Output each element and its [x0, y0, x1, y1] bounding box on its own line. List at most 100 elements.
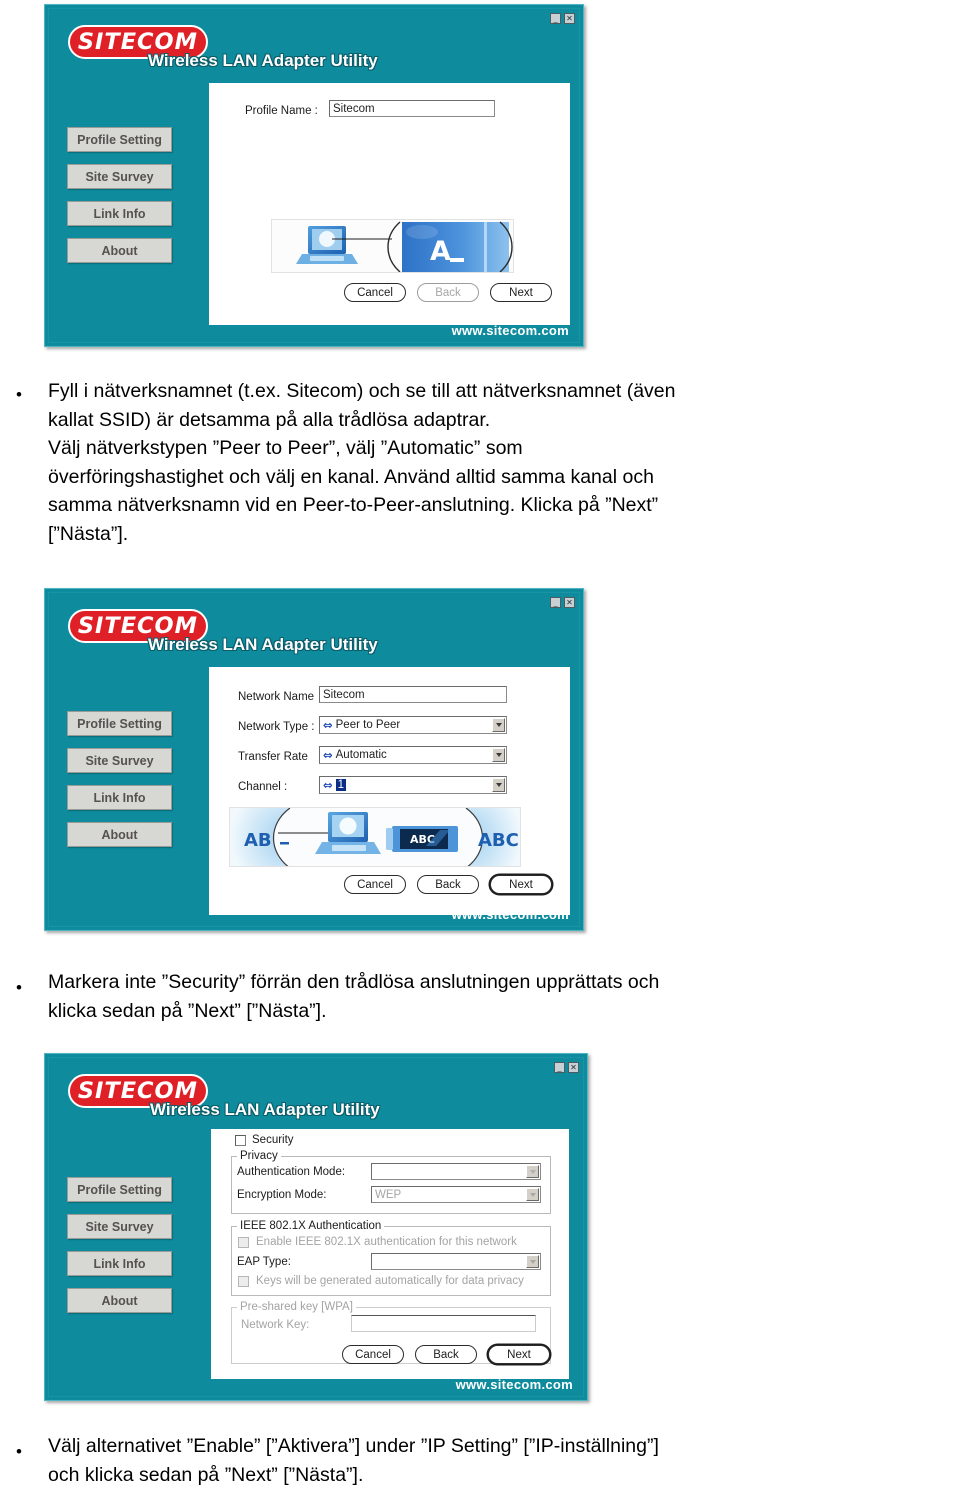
bullet-marker-2: •: [16, 978, 22, 997]
footer-url: www.sitecom.com: [451, 907, 569, 922]
instruction-line: klicka sedan på ”Next” [”Nästa”].: [48, 999, 327, 1022]
minimize-icon[interactable]: _: [550, 597, 561, 608]
next-button[interactable]: Next: [488, 1345, 550, 1364]
cancel-button[interactable]: Cancel: [344, 283, 406, 302]
arrows-icon: ⇔: [323, 778, 333, 792]
pc-card-icon: ABC: [386, 826, 458, 852]
sidebar-item-label: About: [101, 1293, 138, 1308]
next-button[interactable]: Next: [490, 875, 552, 894]
back-button-label: Back: [435, 286, 461, 299]
chevron-down-icon[interactable]: [526, 1165, 539, 1178]
window-caption-buttons[interactable]: _ ✕: [550, 597, 575, 608]
sidebar-item-label: Site Survey: [85, 753, 154, 768]
content-panel: Profile Name : Sitecom A Cancel Back Nex…: [209, 83, 570, 325]
content-panel: Security Privacy Authentication Mode: En…: [211, 1129, 569, 1379]
keys-auto-checkbox[interactable]: [238, 1276, 249, 1287]
encryption-mode-select[interactable]: WEP: [371, 1186, 541, 1203]
sidebar-item-label: About: [101, 827, 138, 842]
next-button[interactable]: Next: [490, 283, 552, 302]
window-caption-buttons[interactable]: _ ✕: [550, 13, 575, 24]
close-icon[interactable]: ✕: [564, 597, 575, 608]
back-button[interactable]: Back: [417, 283, 479, 302]
channel-value: 1: [335, 779, 347, 791]
footer-url: www.sitecom.com: [451, 323, 569, 338]
sidebar-item-site-survey[interactable]: Site Survey: [67, 1214, 172, 1239]
network-key-input[interactable]: [351, 1315, 536, 1332]
sidebar-item-label: Link Info: [93, 1256, 146, 1271]
preshared-key-group-title: Pre-shared key [WPA]: [237, 1301, 356, 1313]
network-name-input[interactable]: Sitecom: [319, 686, 507, 703]
enable-ieee-checkbox[interactable]: [238, 1237, 249, 1248]
instruction-line: Välj alternativet ”Enable” [”Aktivera”] …: [48, 1435, 659, 1457]
privacy-group-title: Privacy: [237, 1150, 281, 1162]
cancel-button[interactable]: Cancel: [342, 1345, 404, 1364]
channel-label: Channel :: [238, 781, 288, 793]
chevron-down-icon[interactable]: [492, 718, 505, 732]
cancel-button-label: Cancel: [357, 286, 393, 299]
network-type-label: Network Type :: [238, 721, 315, 733]
sidebar-item-label: Profile Setting: [77, 132, 162, 147]
instruction-line: [”Nästa”].: [48, 522, 129, 545]
close-icon[interactable]: ✕: [568, 1062, 579, 1073]
instruction-line: Markera inte ”Security” förrän den trådl…: [48, 971, 660, 993]
sidebar-item-site-survey[interactable]: Site Survey: [67, 164, 172, 189]
chevron-down-icon[interactable]: [526, 1255, 539, 1268]
instruction-line: samma nätverksnamn vid en Peer-to-Peer-a…: [48, 494, 659, 516]
authentication-mode-select[interactable]: [371, 1163, 541, 1180]
window-title: Wireless LAN Adapter Utility: [148, 51, 378, 70]
window-title: Wireless LAN Adapter Utility: [150, 1100, 380, 1119]
transfer-rate-label: Transfer Rate: [238, 751, 308, 763]
chevron-down-icon[interactable]: [492, 778, 505, 792]
chevron-down-icon[interactable]: [492, 748, 505, 762]
network-type-select[interactable]: ⇔ Peer to Peer: [319, 716, 507, 734]
window-caption-buttons[interactable]: _ ✕: [554, 1062, 579, 1073]
security-checkbox-label: Security: [252, 1134, 294, 1146]
arrows-icon: ⇔: [323, 748, 333, 762]
cancel-button[interactable]: Cancel: [344, 875, 406, 894]
chevron-down-icon[interactable]: [526, 1188, 539, 1201]
security-checkbox[interactable]: [235, 1135, 246, 1146]
back-button-label: Back: [435, 878, 461, 891]
minimize-icon[interactable]: _: [550, 13, 561, 24]
cancel-button-label: Cancel: [355, 1348, 391, 1361]
encryption-mode-value: WEP: [375, 1188, 402, 1201]
illustration-svg: AB ABC ABC: [230, 808, 520, 866]
eap-type-select[interactable]: [371, 1253, 541, 1270]
minimize-icon[interactable]: _: [554, 1062, 565, 1073]
arrows-icon: ⇔: [323, 718, 333, 732]
sidebar-item-profile-setting[interactable]: Profile Setting: [67, 1177, 172, 1202]
sidebar-item-label: Site Survey: [85, 1219, 154, 1234]
cancel-button-label: Cancel: [357, 878, 393, 891]
back-button[interactable]: Back: [415, 1345, 477, 1364]
instruction-paragraph-2: Markera inte ”Security” förrän den trådl…: [48, 968, 948, 1025]
eap-type-label: EAP Type:: [237, 1256, 291, 1268]
sidebar-item-link-info[interactable]: Link Info: [67, 1251, 172, 1276]
instruction-paragraph-3: Välj alternativet ”Enable” [”Aktivera”] …: [48, 1432, 958, 1489]
transfer-rate-value: Automatic: [335, 749, 387, 761]
network-name-label: Network Name: [238, 691, 315, 703]
sidebar-item-about[interactable]: About: [67, 822, 172, 847]
sidebar-item-profile-setting[interactable]: Profile Setting: [67, 711, 172, 736]
sidebar-item-profile-setting[interactable]: Profile Setting: [67, 127, 172, 152]
sidebar-item-link-info[interactable]: Link Info: [67, 785, 172, 810]
back-button[interactable]: Back: [417, 875, 479, 894]
channel-select[interactable]: ⇔ 1: [319, 776, 507, 794]
network-type-value: Peer to Peer: [335, 719, 401, 731]
sidebar-item-site-survey[interactable]: Site Survey: [67, 748, 172, 773]
profile-name-input[interactable]: Sitecom: [329, 100, 495, 117]
sidebar-item-label: Site Survey: [85, 169, 154, 184]
sidebar-item-link-info[interactable]: Link Info: [67, 201, 172, 226]
bullet-marker-1: •: [16, 385, 22, 404]
screenshot-security-settings: SITECOM Wireless LAN Adapter Utility _ ✕…: [44, 1053, 588, 1401]
sidebar-item-label: Link Info: [93, 206, 146, 221]
enable-ieee-label: Enable IEEE 802.1X authentication for th…: [256, 1236, 517, 1248]
illustration-peer-network: AB ABC ABC: [229, 807, 521, 867]
transfer-rate-select[interactable]: ⇔ Automatic: [319, 746, 507, 764]
sidebar-item-about[interactable]: About: [67, 238, 172, 263]
sidebar-item-about[interactable]: About: [67, 1288, 172, 1313]
illustration-left-label: AB: [244, 830, 272, 851]
content-panel: Network Name Sitecom Network Type : ⇔ Pe…: [209, 667, 570, 915]
keys-auto-label: Keys will be generated automatically for…: [256, 1275, 524, 1287]
close-icon[interactable]: ✕: [564, 13, 575, 24]
network-key-label: Network Key:: [241, 1319, 310, 1331]
